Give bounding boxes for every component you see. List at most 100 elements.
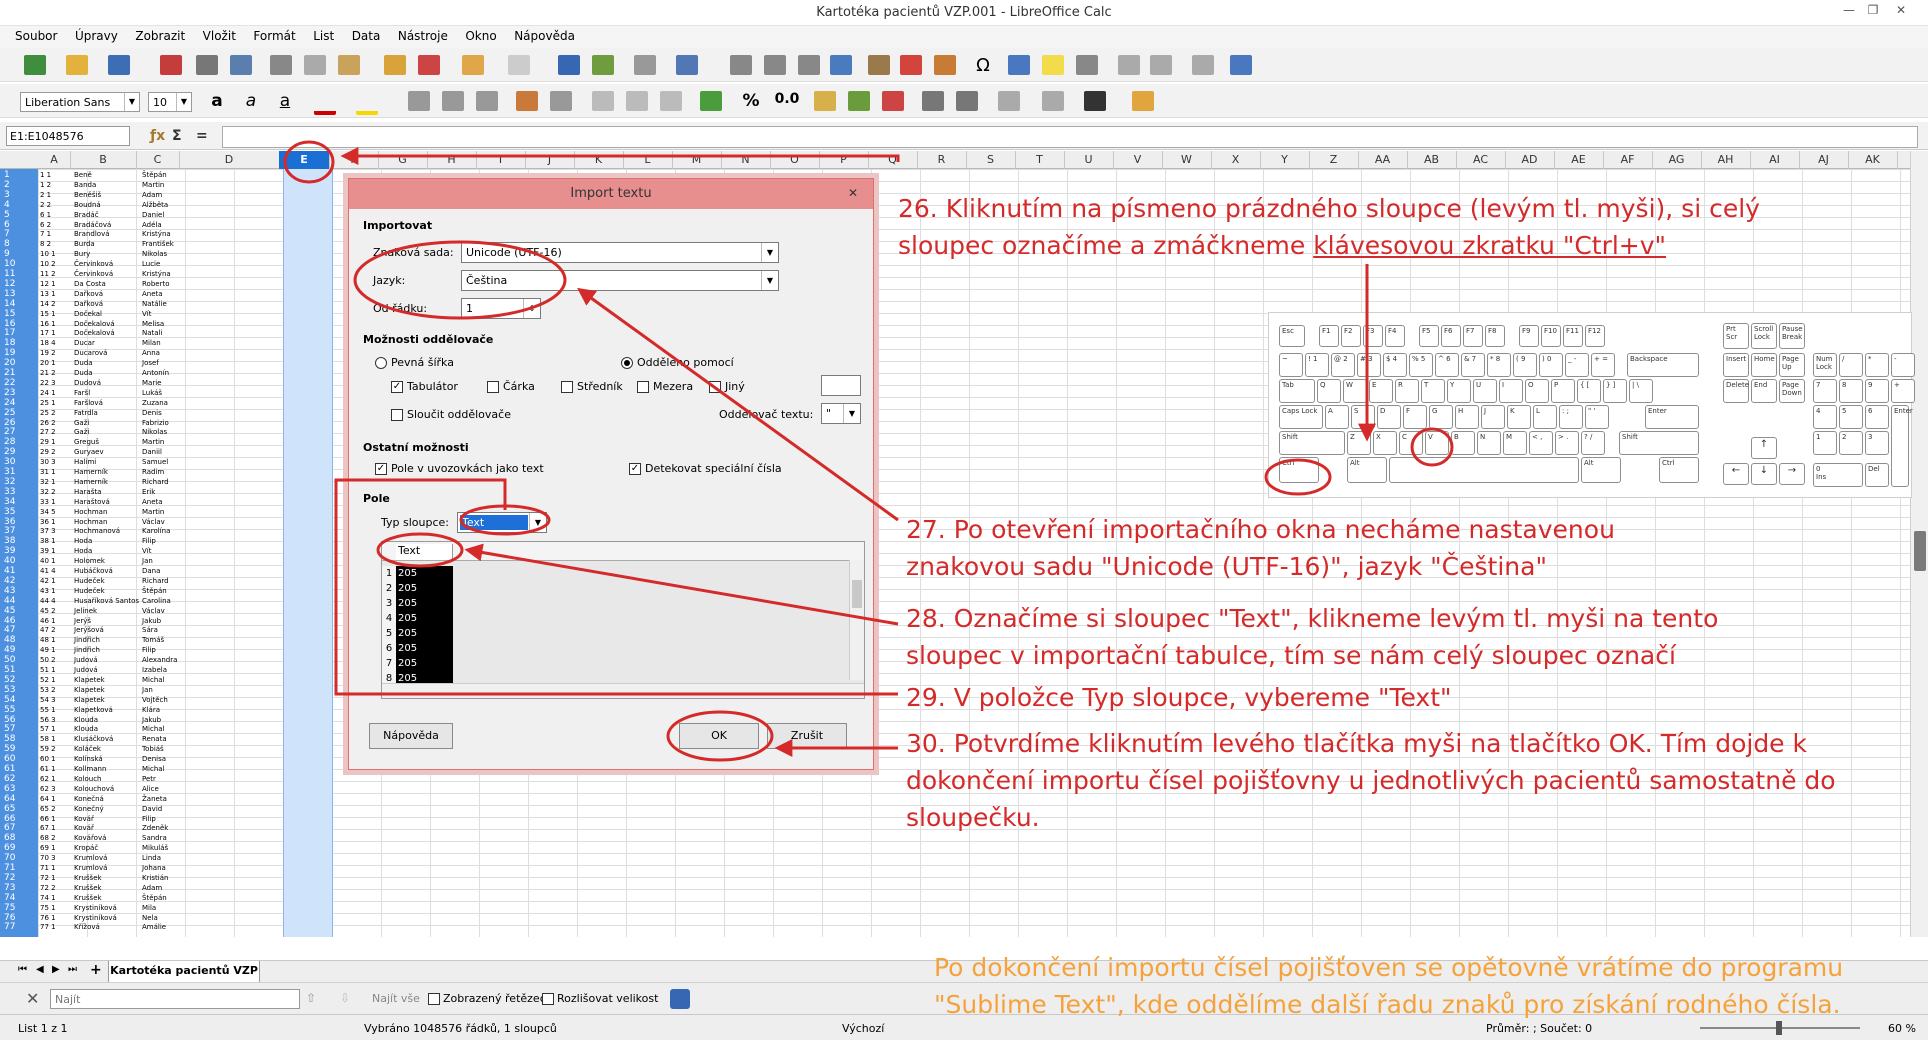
sheet-tab[interactable]: Kartotéka pacientů VZP xyxy=(108,961,260,983)
special-character-icon[interactable]: Ω xyxy=(972,55,994,76)
close-find-icon[interactable]: ✕ xyxy=(26,989,39,1008)
underline-icon[interactable]: a xyxy=(274,91,296,111)
menu-nastroje[interactable]: Nástroje xyxy=(391,26,455,46)
cell-b[interactable]: Křížová xyxy=(74,921,100,933)
column-header-t[interactable]: T xyxy=(1015,151,1065,169)
column-header-j[interactable]: J xyxy=(525,151,575,169)
scroll-thumb[interactable] xyxy=(1914,531,1926,571)
maximize-button[interactable]: ❐ xyxy=(1862,3,1884,21)
preview-column-header[interactable]: Text xyxy=(396,544,453,560)
align-middle-icon[interactable] xyxy=(626,91,648,111)
other-input[interactable] xyxy=(821,375,861,396)
column-header-l[interactable]: L xyxy=(623,151,673,169)
wrap-text-icon[interactable] xyxy=(516,91,538,111)
row-number[interactable]: 77 xyxy=(0,921,38,933)
insert-image-icon[interactable] xyxy=(868,55,890,75)
font-size-box[interactable]: 10 ▼ xyxy=(148,92,192,112)
dialog-close-button[interactable]: ✕ xyxy=(843,185,863,201)
column-header-h[interactable]: H xyxy=(427,151,477,169)
align-center-icon[interactable] xyxy=(442,91,464,111)
match-case-checkbox[interactable] xyxy=(542,993,554,1005)
column-header-ai[interactable]: AI xyxy=(1750,151,1800,169)
row-icon[interactable] xyxy=(634,55,656,75)
shown-string-checkbox[interactable] xyxy=(428,993,440,1005)
highlight-color-icon[interactable] xyxy=(356,91,378,115)
column-header-aj[interactable]: AJ xyxy=(1799,151,1849,169)
column-header-d[interactable]: D xyxy=(179,151,280,169)
open-folder-icon[interactable] xyxy=(66,55,88,75)
find-replace-icon[interactable] xyxy=(670,989,690,1009)
cancel-button[interactable]: Zrušit xyxy=(767,723,847,749)
show-draw-functions-icon[interactable] xyxy=(1230,55,1252,75)
column-header-e[interactable]: E xyxy=(279,151,330,169)
sort-icon[interactable] xyxy=(730,55,752,75)
fixed-width-radio[interactable] xyxy=(375,357,387,369)
align-right-icon[interactable] xyxy=(476,91,498,111)
split-window-icon[interactable] xyxy=(1192,55,1214,75)
column-header-q[interactable]: Q xyxy=(868,151,918,169)
detect-special-checkbox[interactable]: ✓ xyxy=(629,463,641,475)
sort-ascending-icon[interactable] xyxy=(764,55,786,75)
save-icon[interactable] xyxy=(108,55,130,75)
find-next-icon[interactable]: ⇩ xyxy=(340,991,350,1005)
borders-icon[interactable] xyxy=(998,91,1020,111)
column-header-b[interactable]: B xyxy=(70,151,137,169)
sum-icon[interactable]: Σ xyxy=(172,128,182,144)
insert-chart-icon[interactable] xyxy=(900,55,922,75)
paste-icon[interactable] xyxy=(338,55,360,75)
decrease-indent-icon[interactable] xyxy=(956,91,978,111)
column-header-ad[interactable]: AD xyxy=(1505,151,1555,169)
cell-c[interactable]: Amálie xyxy=(142,921,166,933)
conditional-format-icon[interactable] xyxy=(1132,91,1154,111)
pivot-table-icon[interactable] xyxy=(934,55,956,75)
menu-vlozit[interactable]: Vložit xyxy=(196,26,243,46)
align-bottom-icon[interactable] xyxy=(660,91,682,111)
italic-icon[interactable]: a xyxy=(240,91,262,111)
text-delimiter-select[interactable]: " ▼ xyxy=(821,403,861,424)
menu-list[interactable]: List xyxy=(306,26,341,46)
selected-column-e[interactable] xyxy=(283,169,333,937)
prev-sheet-icon[interactable]: ◀ xyxy=(36,964,44,975)
hyperlink-icon[interactable] xyxy=(1008,55,1030,75)
find-previous-icon[interactable]: ⇧ xyxy=(306,991,316,1005)
clone-format-icon[interactable] xyxy=(384,55,406,75)
menu-data[interactable]: Data xyxy=(345,26,388,46)
column-header-aa[interactable]: AA xyxy=(1358,151,1408,169)
clear-format-icon[interactable] xyxy=(418,55,440,75)
cut-icon[interactable] xyxy=(270,55,292,75)
print-icon[interactable] xyxy=(196,55,218,75)
column-icon[interactable] xyxy=(676,55,698,75)
add-sheet-button[interactable]: + xyxy=(90,962,102,978)
print-preview-icon[interactable] xyxy=(230,55,252,75)
from-row-spinner[interactable]: 1 ⇕ xyxy=(461,298,541,319)
function-wizard-icon[interactable]: ƒx xyxy=(150,128,165,144)
find-replace-icon[interactable] xyxy=(558,55,580,75)
first-sheet-icon[interactable]: ⏮ xyxy=(18,964,27,975)
quoted-as-text-checkbox[interactable]: ✓ xyxy=(375,463,387,475)
other-checkbox[interactable] xyxy=(709,381,721,393)
column-header-z[interactable]: Z xyxy=(1309,151,1359,169)
bold-icon[interactable]: a xyxy=(206,91,228,111)
help-button[interactable]: Nápověda xyxy=(369,723,453,749)
tab-checkbox[interactable]: ✓ xyxy=(391,381,403,393)
spinner-icon[interactable]: ⇕ xyxy=(523,299,540,318)
new-document-icon[interactable] xyxy=(24,55,46,75)
header-footer-icon[interactable] xyxy=(1076,55,1098,75)
border-color-icon[interactable] xyxy=(1084,91,1106,111)
column-header-c[interactable]: C xyxy=(136,151,180,169)
column-header-r[interactable]: R xyxy=(917,151,967,169)
column-header-ag[interactable]: AG xyxy=(1652,151,1702,169)
delete-decimal-icon[interactable] xyxy=(882,91,904,111)
formula-icon[interactable]: = xyxy=(196,128,208,144)
preview-vertical-scrollbar[interactable] xyxy=(849,560,864,680)
font-name-box[interactable]: Liberation Sans ▼ xyxy=(20,92,140,112)
copy-icon[interactable] xyxy=(304,55,326,75)
define-print-area-icon[interactable] xyxy=(1118,55,1140,75)
add-decimal-icon[interactable] xyxy=(848,91,870,111)
find-input[interactable]: Najít xyxy=(50,989,300,1009)
column-type-select[interactable]: Text ▼ xyxy=(457,512,547,533)
align-left-icon[interactable] xyxy=(408,91,430,111)
next-sheet-icon[interactable]: ▶ xyxy=(52,964,60,975)
spelling-icon[interactable] xyxy=(592,55,614,75)
export-pdf-icon[interactable] xyxy=(160,55,182,75)
